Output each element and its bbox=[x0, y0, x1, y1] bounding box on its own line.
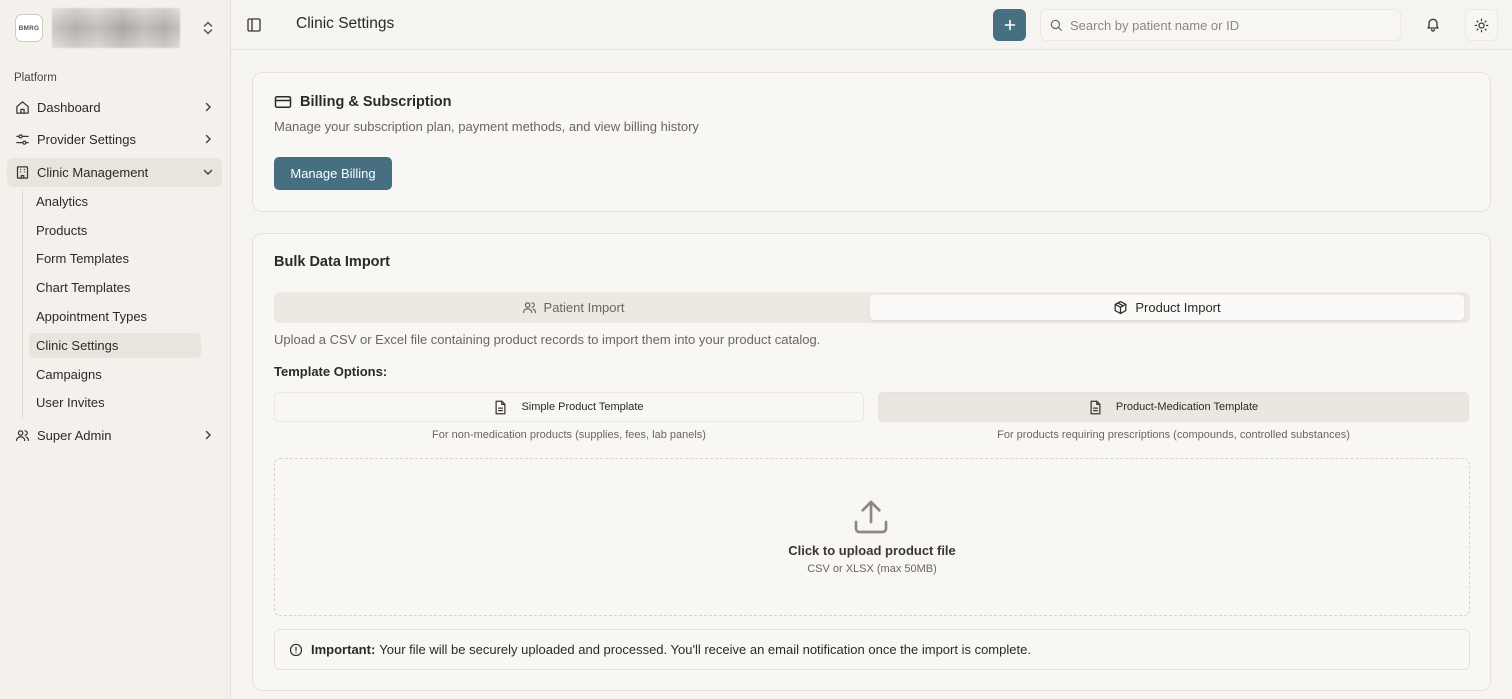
users-icon bbox=[15, 428, 30, 443]
add-button[interactable] bbox=[993, 9, 1026, 41]
template-label: Simple Product Template bbox=[521, 401, 644, 413]
billing-title-row: Billing & Subscription bbox=[274, 94, 451, 110]
sidebar-item-dashboard[interactable]: Dashboard bbox=[7, 93, 222, 122]
page-title: Clinic Settings bbox=[296, 15, 395, 32]
bulk-import-title: Bulk Data Import bbox=[274, 254, 391, 270]
import-tabs: Patient Import Product Import bbox=[274, 292, 1470, 323]
billing-title: Billing & Subscription bbox=[300, 94, 452, 110]
bulk-import-card: Bulk Data Import Patient Import Product … bbox=[252, 233, 1491, 691]
product-medication-template-button[interactable]: Product-Medication Template bbox=[878, 392, 1469, 422]
simple-template-hint: For non-medication products (supplies, f… bbox=[432, 429, 706, 441]
org-logo: BMRG bbox=[15, 14, 43, 42]
sidebar-subitem-campaigns[interactable]: Campaigns bbox=[29, 362, 201, 387]
simple-product-template-button[interactable]: Simple Product Template bbox=[274, 392, 864, 422]
tab-patient-import[interactable]: Patient Import bbox=[277, 295, 869, 320]
search-box[interactable] bbox=[1040, 9, 1401, 41]
template-label: Product-Medication Template bbox=[1115, 401, 1259, 413]
chevron-down-icon bbox=[202, 166, 214, 178]
sidebar-subitem-chart-templates[interactable]: Chart Templates bbox=[29, 275, 201, 300]
file-text-icon bbox=[1089, 400, 1102, 415]
sidebar-subitem-form-templates[interactable]: Form Templates bbox=[29, 246, 201, 271]
sidebar-subitem-analytics[interactable]: Analytics bbox=[29, 189, 201, 214]
sidebar-group-label: Platform bbox=[14, 72, 57, 84]
chevron-right-icon bbox=[202, 101, 214, 113]
sidebar-item-label: Clinic Management bbox=[37, 165, 149, 180]
sidebar: BMRG Platform Dashboard Provider Setting… bbox=[0, 0, 231, 699]
import-description: Upload a CSV or Excel file containing pr… bbox=[274, 332, 821, 347]
upload-dropzone[interactable]: Click to upload product file CSV or XLSX… bbox=[274, 458, 1470, 616]
credit-card-icon bbox=[274, 94, 292, 110]
subnav-divider bbox=[22, 189, 23, 418]
search-icon bbox=[1049, 18, 1063, 32]
top-bar: Clinic Settings bbox=[231, 0, 1512, 50]
file-text-icon bbox=[494, 400, 507, 415]
users-icon bbox=[522, 300, 537, 315]
sidebar-item-label: Super Admin bbox=[37, 428, 112, 443]
sidebar-item-clinic-management[interactable]: Clinic Management bbox=[7, 158, 222, 187]
manage-billing-button[interactable]: Manage Billing bbox=[274, 157, 392, 190]
tab-product-import[interactable]: Product Import bbox=[870, 295, 1464, 320]
plus-icon bbox=[1004, 19, 1016, 31]
sidebar-subitem-appointment-types[interactable]: Appointment Types bbox=[29, 304, 201, 329]
sidebar-item-provider-settings[interactable]: Provider Settings bbox=[7, 125, 222, 154]
sidebar-subitem-products[interactable]: Products bbox=[29, 218, 201, 243]
template-options-label: Template Options: bbox=[274, 364, 388, 379]
org-name-redacted bbox=[52, 8, 180, 48]
sidebar-item-label: Dashboard bbox=[37, 100, 101, 115]
sun-icon bbox=[1474, 18, 1489, 33]
upload-icon bbox=[851, 497, 891, 537]
notice-text: Your file will be securely uploaded and … bbox=[379, 642, 1031, 657]
tab-label: Patient Import bbox=[543, 300, 625, 315]
sidebar-item-label: Provider Settings bbox=[37, 132, 136, 147]
building-icon bbox=[15, 165, 30, 180]
tab-label: Product Import bbox=[1135, 300, 1221, 315]
sidebar-subitem-user-invites[interactable]: User Invites bbox=[29, 390, 201, 415]
theme-toggle-button[interactable] bbox=[1465, 9, 1498, 41]
bell-icon[interactable] bbox=[1425, 16, 1441, 32]
chevron-right-icon bbox=[202, 429, 214, 441]
sidebar-item-super-admin[interactable]: Super Admin bbox=[7, 421, 222, 450]
medication-template-hint: For products requiring prescriptions (co… bbox=[997, 429, 1350, 441]
dropzone-subtitle: CSV or XLSX (max 50MB) bbox=[807, 563, 937, 575]
sidebar-toggle-icon[interactable] bbox=[246, 17, 262, 33]
home-icon bbox=[15, 100, 30, 115]
search-input[interactable] bbox=[1070, 17, 1370, 33]
chevron-right-icon bbox=[202, 133, 214, 145]
billing-description: Manage your subscription plan, payment m… bbox=[274, 119, 699, 134]
package-icon bbox=[1113, 300, 1128, 315]
notice-label: Important: bbox=[311, 642, 376, 657]
import-notice: Important: Your file will be securely up… bbox=[274, 629, 1470, 670]
sliders-icon bbox=[15, 132, 30, 147]
info-icon bbox=[289, 643, 303, 657]
dropzone-title: Click to upload product file bbox=[788, 543, 956, 558]
chevrons-up-down-icon bbox=[201, 20, 215, 36]
billing-card: Billing & Subscription Manage your subsc… bbox=[252, 72, 1491, 212]
org-switcher[interactable]: BMRG bbox=[8, 6, 222, 50]
sidebar-subitem-clinic-settings[interactable]: Clinic Settings bbox=[29, 333, 201, 358]
